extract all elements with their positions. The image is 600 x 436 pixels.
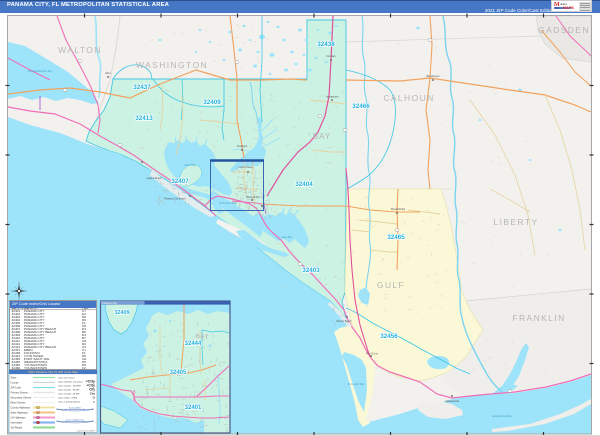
svg-text:WASHINGTON: WASHINGTON <box>136 60 208 70</box>
svg-text:Cities 100,00 - 249,999: Cities 100,00 - 249,999 <box>58 385 81 388</box>
svg-text:Fountain: Fountain <box>326 55 336 58</box>
svg-text:West Bay: West Bay <box>184 163 196 167</box>
svg-text:Choctawhatchee Bay: Choctawhatchee Bay <box>28 69 53 73</box>
svg-text:St Joseph Bay: St Joseph Bay <box>348 382 365 386</box>
svg-text:Panama City: Panama City <box>246 196 260 199</box>
svg-text:GULF: GULF <box>377 280 405 290</box>
svg-text:32409: 32409 <box>114 310 129 316</box>
svg-text:Copyright MarketMAPS: Copyright MarketMAPS <box>76 430 96 433</box>
svg-text:32403: 32403 <box>302 267 320 274</box>
svg-text:St Andrew Bay: St Andrew Bay <box>219 201 237 205</box>
svg-text:Ebro: Ebro <box>105 72 111 75</box>
svg-text:CALHOUN: CALHOUN <box>383 93 434 103</box>
svg-text:Cities with Towns: Cities with Towns <box>58 377 76 380</box>
svg-text:BAY: BAY <box>196 334 210 340</box>
svg-text:32407: 32407 <box>171 178 189 185</box>
svg-text:Cities 50,000 - 99,999: Cities 50,000 - 99,999 <box>58 389 80 392</box>
svg-text:32438: 32438 <box>317 41 335 48</box>
svg-text:Blountstown: Blountstown <box>426 75 440 78</box>
svg-text:Southport: Southport <box>237 145 248 148</box>
svg-text:Ci: Ci <box>93 397 96 400</box>
svg-text:WALTON: WALTON <box>58 45 102 55</box>
svg-text:Cities 250,000 and above: Cities 250,000 and above <box>58 381 84 384</box>
svg-text:Panama City Beach: Panama City Beach <box>164 198 186 201</box>
svg-text:Minor Streets: Minor Streets <box>11 402 27 405</box>
svg-text:US Highways: US Highways <box>11 417 27 420</box>
svg-text:LIBERTY: LIBERTY <box>493 217 538 227</box>
svg-text:Toll Roads: Toll Roads <box>11 427 23 430</box>
svg-text:32465: 32465 <box>387 234 405 241</box>
svg-text:Apalachicola: Apalachicola <box>445 400 459 403</box>
svg-text:State Highways: State Highways <box>11 412 29 415</box>
svg-text:32466: 32466 <box>352 103 370 110</box>
svg-text:Cities 1,000 (pt) Below: Cities 1,000 (pt) Below <box>58 401 80 404</box>
svg-text:32409: 32409 <box>203 99 221 106</box>
svg-text:Port St Joe: Port St Joe <box>366 353 378 356</box>
svg-text:32401: 32401 <box>185 405 202 411</box>
svg-text:32444: 32444 <box>185 341 202 347</box>
svg-text:Laguna Beach: Laguna Beach <box>146 177 162 180</box>
svg-text:County Highways: County Highways <box>11 407 31 410</box>
svg-text:Interstates: Interstates <box>11 422 23 425</box>
svg-text:32437: 32437 <box>133 84 151 91</box>
svg-text:County: County <box>11 382 20 385</box>
svg-text:East Bay: East Bay <box>282 235 293 239</box>
svg-text:Cities 10,000 - 49,999: Cities 10,000 - 49,999 <box>58 393 80 396</box>
svg-text:32413: 32413 <box>135 115 153 122</box>
svg-text:32405: 32405 <box>170 370 187 376</box>
svg-text:GADSDEN: GADSDEN <box>538 25 590 35</box>
svg-text:BAY: BAY <box>313 132 331 141</box>
svg-text:Primary Streets: Primary Streets <box>11 392 29 395</box>
svg-text:ZIP Code: ZIP Code <box>11 387 22 390</box>
svg-text:City: City <box>90 392 96 396</box>
svg-text:State: State <box>11 377 17 380</box>
svg-text:FRANKLIN: FRANKLIN <box>512 313 565 323</box>
svg-text:2021 Panama City, FL ZIP Code: 2021 Panama City, FL ZIP Code Map <box>28 370 78 374</box>
svg-text:Youngstown: Youngstown <box>326 96 340 99</box>
svg-text:Secondary Streets: Secondary Streets <box>11 397 32 400</box>
svg-text:32404: 32404 <box>295 181 313 188</box>
svg-text:Wewahitchka: Wewahitchka <box>391 208 406 211</box>
svg-text:Panama City: Panama City <box>102 301 118 305</box>
svg-text:Cities 5,000 - 9,999: Cities 5,000 - 9,999 <box>58 397 78 400</box>
svg-text:Apalachicola Bay: Apalachicola Bay <box>491 414 513 418</box>
svg-text:32456: 32456 <box>380 333 398 340</box>
svg-text:Mexico Beach: Mexico Beach <box>336 320 352 323</box>
svg-text:Lynn Haven: Lynn Haven <box>240 166 253 169</box>
